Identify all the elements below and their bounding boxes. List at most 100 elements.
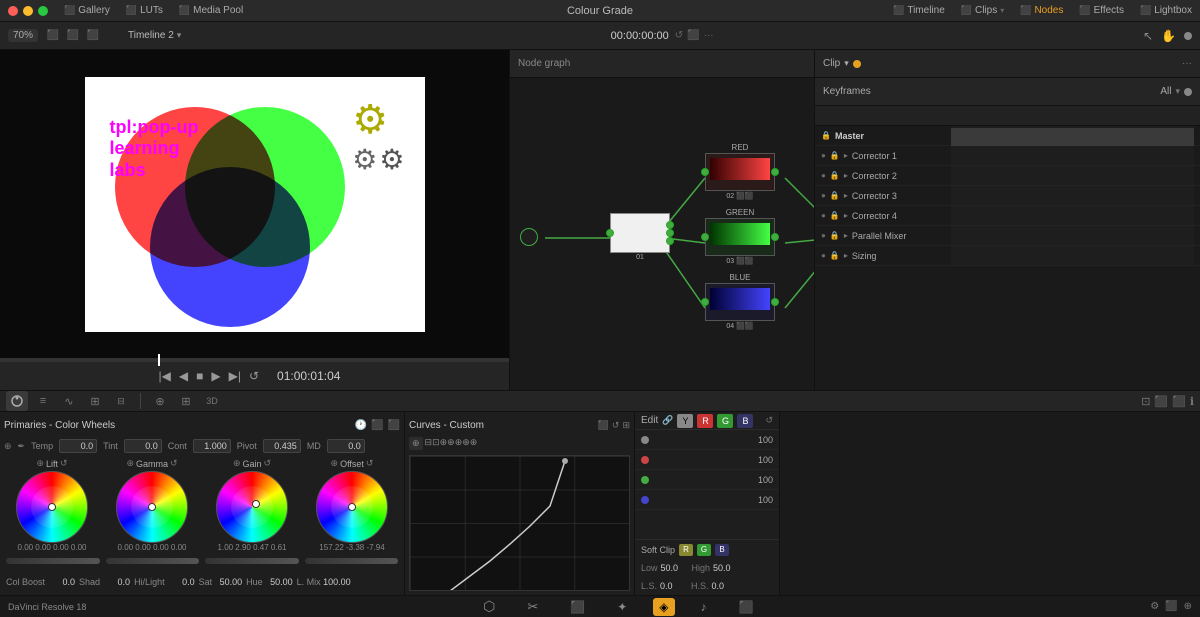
hilight-value[interactable]: 0.0 [167, 577, 195, 587]
cursor-icon[interactable]: ↖ [1143, 29, 1153, 43]
tab-color-wheels[interactable] [6, 391, 28, 411]
tab-hsl[interactable]: ⊞ [84, 391, 106, 411]
kf-track-corrector-2[interactable]: ● 🔒 ▸ Corrector 2 [815, 166, 1200, 186]
tab-3d[interactable]: 3D [201, 391, 223, 411]
nav-media-item[interactable]: ⬡ [477, 596, 501, 617]
hue-value[interactable]: 50.00 [265, 577, 293, 587]
param-pivot[interactable]: 0.435 [263, 439, 301, 453]
hand-icon[interactable]: ✋ [1161, 29, 1176, 43]
step-back-button[interactable]: ◀ [179, 369, 188, 383]
curves-grid-icon[interactable]: ⬛ [598, 420, 609, 431]
gain-add-icon[interactable]: ⊕ [233, 458, 241, 469]
tab-motion-effects[interactable]: ⊕ [149, 391, 171, 411]
timeline-button[interactable]: ⬛ Timeline [893, 5, 945, 16]
gallery-icon2[interactable]: ⬛ [1172, 395, 1186, 408]
nodes-button[interactable]: ⬛ Nodes [1020, 5, 1063, 16]
kf-pm-expand[interactable]: ▸ [844, 231, 848, 240]
zoom-control[interactable]: 70% [8, 29, 38, 42]
histogram-icon[interactable]: ⬛ [1154, 395, 1168, 408]
clip-panel-more-icon[interactable]: ··· [1182, 58, 1192, 69]
tab-bars[interactable]: ≡ [32, 391, 54, 411]
lmix-value[interactable]: 100.00 [323, 577, 351, 587]
col-boost-value[interactable]: 0.0 [47, 577, 75, 587]
sc-ls-val[interactable]: 0.0 [660, 581, 688, 591]
nav-color-item[interactable]: ◈ [653, 598, 674, 616]
clips-button[interactable]: ⬛ Clips ▾ [961, 5, 1004, 16]
info-icon[interactable]: ℹ [1190, 395, 1194, 408]
play-button[interactable]: ▶ [211, 369, 220, 383]
timeline-name[interactable]: Timeline 2 ▾ [128, 30, 181, 41]
kf-c1-expand[interactable]: ▸ [844, 151, 848, 160]
channel-b-btn[interactable]: B [737, 414, 753, 428]
node-01[interactable]: 01 [610, 213, 670, 261]
node-graph-canvas[interactable]: 01 RED 02 ⬛⬛ GREE [510, 78, 814, 390]
go-start-button[interactable]: |◀ [159, 369, 171, 383]
gallery-button[interactable]: ⬛ Gallery [64, 5, 110, 16]
channel-g-btn[interactable]: G [717, 414, 733, 428]
tab-resize[interactable]: ⊞ [175, 391, 197, 411]
nav-fairlight-item[interactable]: ♪ [695, 598, 713, 616]
cw-clock-icon[interactable]: 🕐 [355, 420, 367, 431]
wheel-lift-circle[interactable] [16, 471, 88, 543]
curves-zoom-icon[interactable]: ⊕ [409, 437, 423, 450]
maximize-button[interactable] [38, 6, 48, 16]
slider-offset[interactable] [305, 558, 399, 564]
kf-track-corrector-3[interactable]: ● 🔒 ▸ Corrector 3 [815, 186, 1200, 206]
sc-b-btn[interactable]: B [715, 544, 729, 556]
node-input[interactable] [520, 228, 538, 246]
app-info-icon[interactable]: ⬛ [1165, 601, 1177, 612]
gamma-reset-icon[interactable]: ↺ [170, 458, 178, 469]
offset-add-icon[interactable]: ⊕ [331, 458, 339, 469]
timecode-reset-icon[interactable]: ↺ [675, 30, 683, 41]
param-temp[interactable]: 0.0 [59, 439, 97, 453]
sc-g-btn[interactable]: G [697, 544, 711, 556]
shad-value[interactable]: 0.0 [102, 577, 130, 587]
param-tint[interactable]: 0.0 [124, 439, 162, 453]
app-settings-icon[interactable]: ⚙ [1150, 601, 1159, 612]
node-02[interactable]: RED 02 ⬛⬛ [705, 143, 775, 200]
effects-button[interactable]: ⬛ Effects [1079, 5, 1124, 16]
sat-value[interactable]: 50.00 [214, 577, 242, 587]
curves-canvas[interactable] [409, 455, 630, 591]
timecode-more-icon[interactable]: ··· [704, 30, 714, 41]
slider-gamma[interactable] [106, 558, 200, 564]
nav-fusion-item[interactable]: ✦ [611, 598, 633, 616]
edit-link-icon[interactable]: 🔗 [662, 415, 673, 426]
wheel-gain-circle[interactable] [216, 471, 288, 543]
scope-icon[interactable]: ⊡ [1141, 395, 1150, 408]
channel-y-btn[interactable]: Y [677, 414, 693, 428]
kf-c4-expand[interactable]: ▸ [844, 211, 848, 220]
close-button[interactable] [8, 6, 18, 16]
kf-track-corrector-4[interactable]: ● 🔒 ▸ Corrector 4 [815, 206, 1200, 226]
cw-picker-icon[interactable]: ✒ [18, 441, 26, 452]
tab-curves[interactable]: ∿ [58, 391, 80, 411]
preview-scrubber[interactable] [0, 358, 509, 362]
view3-icon[interactable]: ⬛ [86, 29, 100, 43]
cw-bars-icon[interactable]: ⬛ [371, 420, 383, 431]
minimize-button[interactable] [23, 6, 33, 16]
node-04[interactable]: BLUE 04 ⬛⬛ [705, 273, 775, 330]
luts-button[interactable]: ⬛ LUTs [126, 5, 163, 16]
slider-lift[interactable] [6, 558, 100, 564]
app-add-icon[interactable]: ⊕ [1184, 601, 1192, 612]
sc-r-btn[interactable]: R [679, 544, 693, 556]
clip-dropdown-icon[interactable]: ▾ [844, 58, 849, 69]
slider-gain[interactable] [205, 558, 299, 564]
gamma-add-icon[interactable]: ⊕ [126, 458, 134, 469]
nav-edit-item[interactable]: ⬛ [564, 598, 591, 616]
kf-c3-expand[interactable]: ▸ [844, 191, 848, 200]
kf-c2-expand[interactable]: ▸ [844, 171, 848, 180]
param-md[interactable]: 0.0 [327, 439, 365, 453]
offset-reset-icon[interactable]: ↺ [366, 458, 374, 469]
lift-add-icon[interactable]: ⊕ [36, 458, 44, 469]
sc-hs-val[interactable]: 0.0 [712, 581, 740, 591]
cw-mode-icon[interactable]: ⊕ [4, 441, 12, 452]
node-03[interactable]: GREEN 03 ⬛⬛ [705, 208, 775, 265]
cw-more-icon[interactable]: ⬛ [388, 420, 400, 431]
wheel-offset-circle[interactable] [316, 471, 388, 543]
tab-color-warper[interactable]: ⊟ [110, 391, 132, 411]
kf-sz-expand[interactable]: ▸ [844, 251, 848, 260]
lightbox-button[interactable]: ⬛ Lightbox [1140, 5, 1192, 16]
kf-filter-dropdown-icon[interactable]: ▾ [1175, 86, 1180, 97]
nav-deliver-item[interactable]: ⬛ [733, 598, 760, 616]
